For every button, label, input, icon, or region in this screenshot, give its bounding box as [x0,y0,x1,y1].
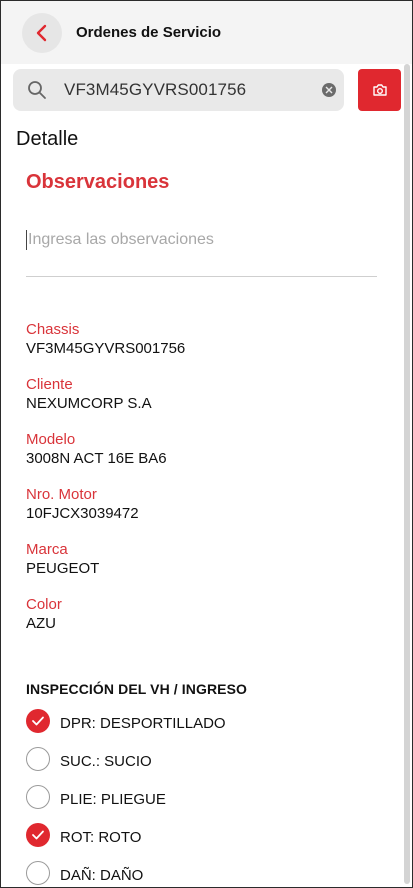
search-icon [28,81,46,99]
checkbox-checked[interactable] [26,823,50,847]
inspection-item-label: PLIE: PLIEGUE [60,791,166,808]
field-label: Nro. Motor [26,486,97,503]
field-value: NEXUMCORP S.A [26,395,152,412]
field-value: PEUGEOT [26,560,100,577]
search-input[interactable]: VF3M45GYVRS001756 [64,80,246,100]
inspection-item-label: DAÑ: DAÑO [60,867,144,884]
observations-input[interactable]: Ingresa las observaciones [26,226,377,277]
field-label: Color [26,596,62,613]
field-value: AZU [26,615,56,632]
check-icon [32,716,44,726]
inspection-item-label: DPR: DESPORTILLADO [60,715,226,732]
camera-icon [372,84,387,96]
page-title: Ordenes de Servicio [76,24,222,41]
observations-title: Observaciones [26,171,170,193]
checkbox-unchecked[interactable] [26,747,50,771]
field-marca: Marca PEUGEOT [26,541,99,578]
clear-icon[interactable] [322,83,336,97]
field-label: Chassis [26,321,80,338]
text-caret [26,230,27,250]
field-modelo: Modelo 3008N ACT 16E BA6 [26,431,167,468]
scrollbar[interactable] [404,64,410,884]
field-chassis: Chassis VF3M45GYVRS001756 [26,321,185,358]
field-value: 3008N ACT 16E BA6 [26,450,167,467]
checkbox-unchecked[interactable] [26,861,50,885]
chevron-left-icon [36,24,47,42]
app-header: Ordenes de Servicio [0,0,413,64]
field-label: Cliente [26,376,73,393]
field-label: Modelo [26,431,76,448]
search-bar[interactable]: VF3M45GYVRS001756 [13,69,344,111]
detail-title: Detalle [16,128,79,150]
back-button[interactable] [22,13,62,53]
checkbox-unchecked[interactable] [26,785,50,809]
check-icon [32,830,44,840]
checkbox-checked[interactable] [26,709,50,733]
field-color: Color AZU [26,596,62,633]
field-value: VF3M45GYVRS001756 [26,340,186,357]
field-label: Marca [26,541,68,558]
field-nro-motor: Nro. Motor 10FJCX3039472 [26,486,139,523]
inspection-item-label: ROT: ROTO [60,829,142,846]
field-value: 10FJCX3039472 [26,505,139,522]
observations-placeholder: Ingresa las observaciones [28,231,214,248]
camera-button[interactable] [358,69,401,111]
field-cliente: Cliente NEXUMCORP S.A [26,376,152,413]
inspection-item-label: SUC.: SUCIO [60,753,152,770]
inspection-title: INSPECCIÓN DEL VH / INGRESO [26,681,248,697]
